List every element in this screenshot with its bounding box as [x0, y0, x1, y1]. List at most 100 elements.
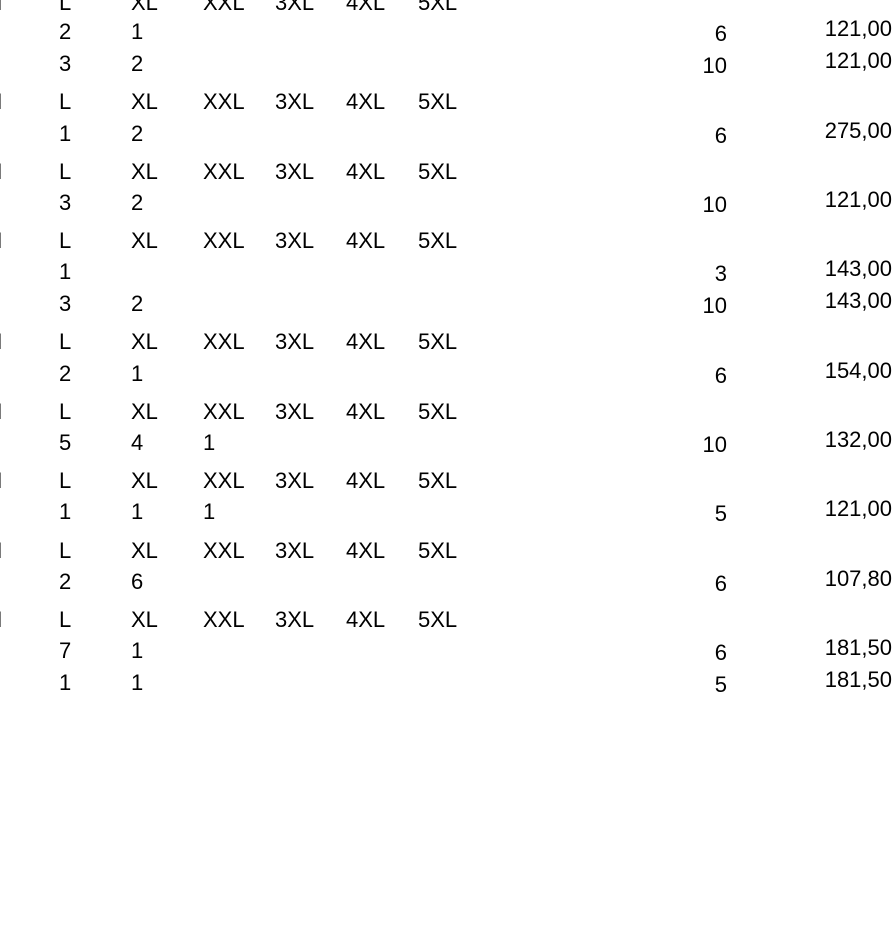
size-count-cell: 6 — [131, 569, 144, 594]
quantity-cell: 10 — [702, 53, 727, 78]
size-label-cell: XL — [131, 329, 158, 354]
size-label-cell: XXL — [203, 89, 245, 114]
quantity-cell: 10 — [702, 293, 727, 318]
size-count-cell: 1 — [131, 499, 144, 524]
price-cell: 107,80 — [824, 566, 892, 591]
price-cell: 121,00 — [824, 16, 892, 41]
size-count-cell: 1 — [131, 638, 144, 663]
size-count-cell: 2 — [59, 361, 72, 386]
size-count-cell: 2 — [59, 569, 72, 594]
quantity-cell: 3 — [714, 261, 727, 286]
size-label-cell: M — [0, 161, 2, 183]
size-count-cell: 1 — [59, 670, 72, 695]
size-label-cell: 3XL — [275, 0, 315, 15]
size-header-row: M L XL XXL 3XL 4XL 5XL — [0, 91, 893, 121]
size-label-cell: 3XL — [275, 538, 315, 563]
size-count-cell: 2 — [131, 121, 144, 146]
order-row: 3 2 10 121,00 — [0, 50, 893, 83]
size-label-cell: 3XL — [275, 228, 315, 253]
price-cell: 121,00 — [824, 496, 892, 521]
price-cell: 121,00 — [824, 187, 892, 212]
size-label-cell: L — [59, 89, 72, 114]
order-row: 1 1 5 181,50 — [0, 667, 893, 702]
size-label-cell: XL — [131, 399, 158, 424]
size-label-cell: 5XL — [418, 399, 458, 424]
order-row: 3 2 10 143,00 — [0, 288, 893, 323]
price-cell: 143,00 — [824, 288, 892, 313]
size-count-cell: 1 — [131, 19, 144, 44]
size-label-cell: 3XL — [275, 399, 315, 424]
order-row: 2 1 6 121,00 — [0, 16, 893, 51]
size-label-cell: 5XL — [418, 228, 458, 253]
size-label-cell: XL — [131, 538, 158, 563]
size-label-cell: XL — [131, 228, 158, 253]
size-label-cell: M — [0, 401, 2, 423]
size-label-cell: XXL — [203, 399, 245, 424]
size-header-row: M L XL XXL 3XL 4XL 5XL — [0, 331, 893, 361]
quantity-cell: 6 — [714, 21, 727, 46]
size-label-cell: XXL — [203, 159, 245, 184]
size-label-cell: 4XL — [346, 0, 386, 15]
order-row: 2 6 6 107,80 — [0, 566, 893, 601]
size-header-row: M L XL XXL 3XL 4XL 5XL — [0, 161, 893, 191]
size-label-cell: M — [0, 470, 2, 492]
size-label-cell: M — [0, 230, 2, 252]
price-cell: 181,50 — [824, 635, 892, 660]
size-count-cell: 3 — [59, 51, 72, 76]
size-label-cell: M — [0, 609, 2, 631]
size-label-cell: L — [59, 468, 72, 493]
quantity-cell: 6 — [714, 640, 727, 665]
price-cell: 143,00 — [824, 256, 892, 281]
quantity-cell: 10 — [702, 192, 727, 217]
size-label-cell: L — [59, 538, 72, 563]
price-cell: 275,00 — [824, 118, 892, 143]
quantity-cell: 5 — [714, 672, 727, 697]
order-row: 1 1 1 5 121,00 — [0, 496, 893, 531]
size-header-row: M L XL XXL 3XL 4XL 5XL — [0, 401, 893, 431]
size-label-cell: 4XL — [346, 538, 386, 563]
size-label-cell: XL — [131, 0, 158, 15]
size-count-cell: 3 — [59, 190, 72, 215]
order-row: 7 1 6 181,50 — [0, 635, 893, 670]
size-label-cell: L — [59, 399, 72, 424]
size-label-cell: 4XL — [346, 89, 386, 114]
quantity-cell: 10 — [702, 432, 727, 457]
size-label-cell: XL — [131, 468, 158, 493]
quantity-cell: 6 — [714, 123, 727, 148]
size-header-row: M L XL XXL 3XL 4XL 5XL — [0, 540, 893, 570]
size-label-cell: 3XL — [275, 468, 315, 493]
order-row: 3 2 10 121,00 — [0, 187, 893, 222]
size-header-row: M L XL XXL 3XL 4XL 5XL — [0, 609, 893, 639]
size-label-cell: L — [59, 607, 72, 632]
size-count-cell: 1 — [203, 499, 216, 524]
size-label-cell: 3XL — [275, 159, 315, 184]
size-label-cell: M — [0, 0, 2, 14]
size-label-cell: M — [0, 331, 2, 353]
size-count-cell: 1 — [59, 259, 72, 284]
size-count-cell: 1 — [59, 499, 72, 524]
size-label-cell: XL — [131, 89, 158, 114]
size-count-cell: 5 — [59, 430, 72, 455]
size-label-cell: 4XL — [346, 228, 386, 253]
price-cell: 181,50 — [824, 667, 892, 692]
size-count-cell: 1 — [59, 121, 72, 146]
size-count-cell: 2 — [131, 291, 144, 316]
size-count-cell: 1 — [203, 430, 216, 455]
quantity-cell: 5 — [714, 501, 727, 526]
size-label-cell: 5XL — [418, 607, 458, 632]
size-count-cell: 1 — [131, 361, 144, 386]
size-label-cell: 4XL — [346, 329, 386, 354]
price-cell: 154,00 — [824, 358, 892, 383]
size-label-cell: L — [59, 228, 72, 253]
size-label-cell: XXL — [203, 538, 245, 563]
size-label-cell: XXL — [203, 607, 245, 632]
order-row: 1 2 6 275,00 — [0, 118, 893, 153]
size-label-cell: 5XL — [418, 159, 458, 184]
size-label-cell: XL — [131, 159, 158, 184]
size-label-cell: XXL — [203, 0, 245, 15]
size-label-cell: XXL — [203, 468, 245, 493]
order-row: 1 3 143,00 — [0, 256, 893, 291]
size-label-cell: XL — [131, 607, 158, 632]
size-label-cell: M — [0, 540, 2, 562]
size-header-row: M L XL XXL 3XL 4XL 5XL — [0, 230, 893, 260]
